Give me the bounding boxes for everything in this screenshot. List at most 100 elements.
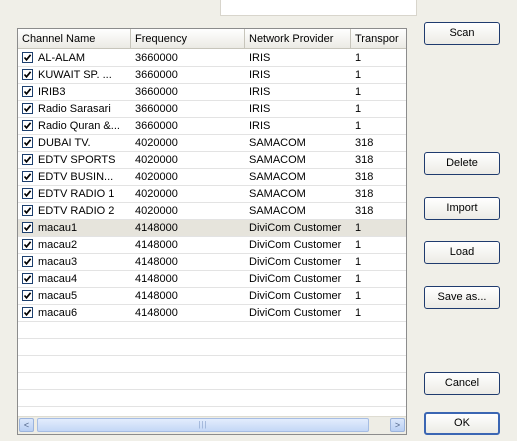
cell-frequency: 4148000 [135, 290, 178, 302]
cell-name: Radio Sarasari [38, 103, 111, 115]
column-header-network-provider[interactable]: Network Provider [245, 29, 351, 49]
cell-name: macau2 [38, 239, 78, 251]
checkmark-icon [23, 190, 32, 198]
channel-list[interactable]: Channel Name Frequency Network Provider … [17, 28, 407, 435]
cell-name: EDTV RADIO 1 [38, 188, 115, 200]
cell-provider: IRIS [249, 69, 271, 81]
cell-provider: DiviCom Customer [249, 290, 342, 302]
empty-row [18, 339, 406, 356]
table-row[interactable]: EDTV BUSIN... 4020000 SAMACOM 318 [18, 169, 406, 186]
table-row[interactable]: macau6 4148000 DiviCom Customer 1 [18, 305, 406, 322]
scan-button[interactable]: Scan [424, 22, 500, 45]
table-row[interactable]: AL-ALAM 3660000 IRIS 1 [18, 50, 406, 67]
table-row[interactable]: KUWAIT SP. ... 3660000 IRIS 1 [18, 67, 406, 84]
save-as-button[interactable]: Save as... [424, 286, 500, 309]
cell-frequency: 4020000 [135, 188, 178, 200]
checkmark-icon [23, 54, 32, 62]
checkmark-icon [23, 241, 32, 249]
table-row[interactable]: Radio Sarasari 3660000 IRIS 1 [18, 101, 406, 118]
table-row[interactable]: macau2 4148000 DiviCom Customer 1 [18, 237, 406, 254]
cell-name: EDTV BUSIN... [38, 171, 114, 183]
checkmark-icon [23, 275, 32, 283]
cell-frequency: 4148000 [135, 239, 178, 251]
ok-button[interactable]: OK [424, 412, 500, 435]
cell-provider: IRIS [249, 103, 271, 115]
checkbox[interactable] [22, 188, 33, 199]
checkbox[interactable] [22, 222, 33, 233]
cell-name: macau1 [38, 222, 78, 234]
checkbox[interactable] [22, 69, 33, 80]
table-row[interactable]: macau5 4148000 DiviCom Customer 1 [18, 288, 406, 305]
checkbox[interactable] [22, 273, 33, 284]
chevron-right-icon: > [394, 420, 401, 430]
cell-transponder: 318 [355, 171, 374, 183]
load-button[interactable]: Load [424, 241, 500, 264]
empty-row [18, 356, 406, 373]
checkbox[interactable] [22, 137, 33, 148]
empty-row [18, 322, 406, 339]
import-button[interactable]: Import [424, 197, 500, 220]
cell-transponder: 318 [355, 137, 374, 149]
checkbox[interactable] [22, 256, 33, 267]
cell-frequency: 4148000 [135, 256, 178, 268]
table-row[interactable]: DUBAI TV. 4020000 SAMACOM 318 [18, 135, 406, 152]
table-row[interactable]: macau3 4148000 DiviCom Customer 1 [18, 254, 406, 271]
cell-frequency: 3660000 [135, 52, 178, 64]
cell-provider: DiviCom Customer [249, 307, 342, 319]
cell-frequency: 4020000 [135, 137, 178, 149]
checkbox[interactable] [22, 120, 33, 131]
table-row[interactable]: EDTV RADIO 1 4020000 SAMACOM 318 [18, 186, 406, 203]
cell-name: KUWAIT SP. ... [38, 69, 112, 81]
cell-frequency: 4148000 [135, 307, 178, 319]
empty-row [18, 373, 406, 390]
cell-transponder: 1 [355, 52, 362, 64]
cell-provider: IRIS [249, 86, 271, 98]
cell-provider: DiviCom Customer [249, 273, 342, 285]
checkmark-icon [23, 122, 32, 130]
cell-name: macau3 [38, 256, 78, 268]
cell-frequency: 3660000 [135, 103, 178, 115]
cancel-button[interactable]: Cancel [424, 372, 500, 395]
cell-provider: SAMACOM [249, 154, 306, 166]
checkbox[interactable] [22, 86, 33, 97]
table-row[interactable]: macau4 4148000 DiviCom Customer 1 [18, 271, 406, 288]
table-row[interactable]: EDTV RADIO 2 4020000 SAMACOM 318 [18, 203, 406, 220]
checkbox[interactable] [22, 239, 33, 250]
cell-provider: IRIS [249, 52, 271, 64]
scroll-left-button[interactable]: < [19, 418, 34, 432]
chevron-left-icon: < [23, 420, 30, 430]
cell-name: macau4 [38, 273, 78, 285]
scroll-right-button[interactable]: > [390, 418, 405, 432]
checkmark-icon [23, 224, 32, 232]
table-row[interactable]: EDTV SPORTS 4020000 SAMACOM 318 [18, 152, 406, 169]
cell-name: macau5 [38, 290, 78, 302]
cell-provider: SAMACOM [249, 137, 306, 149]
table-row[interactable]: macau1 4148000 DiviCom Customer 1 [18, 220, 406, 237]
table-row[interactable]: IRIB3 3660000 IRIS 1 [18, 84, 406, 101]
cell-provider: DiviCom Customer [249, 239, 342, 251]
column-header-transponder[interactable]: Transpor [351, 29, 406, 49]
column-header-frequency[interactable]: Frequency [131, 29, 245, 49]
checkbox[interactable] [22, 103, 33, 114]
table-row[interactable]: Radio Quran &... 3660000 IRIS 1 [18, 118, 406, 135]
checkmark-icon [23, 156, 32, 164]
scrollbar-thumb[interactable]: ||| [37, 418, 369, 432]
checkmark-icon [23, 88, 32, 96]
checkbox[interactable] [22, 205, 33, 216]
checkbox[interactable] [22, 171, 33, 182]
cell-provider: IRIS [249, 120, 271, 132]
cell-frequency: 4020000 [135, 154, 178, 166]
column-header-channel-name[interactable]: Channel Name [18, 29, 131, 49]
checkbox[interactable] [22, 290, 33, 301]
delete-button[interactable]: Delete [424, 152, 500, 175]
cell-frequency: 4148000 [135, 222, 178, 234]
horizontal-scrollbar[interactable]: < ||| > [18, 416, 406, 434]
checkmark-icon [23, 139, 32, 147]
cell-name: EDTV RADIO 2 [38, 205, 115, 217]
checkbox[interactable] [22, 154, 33, 165]
cell-name: AL-ALAM [38, 52, 86, 64]
top-edit-field[interactable] [220, 0, 417, 16]
checkbox[interactable] [22, 52, 33, 63]
checkbox[interactable] [22, 307, 33, 318]
cell-provider: DiviCom Customer [249, 222, 342, 234]
